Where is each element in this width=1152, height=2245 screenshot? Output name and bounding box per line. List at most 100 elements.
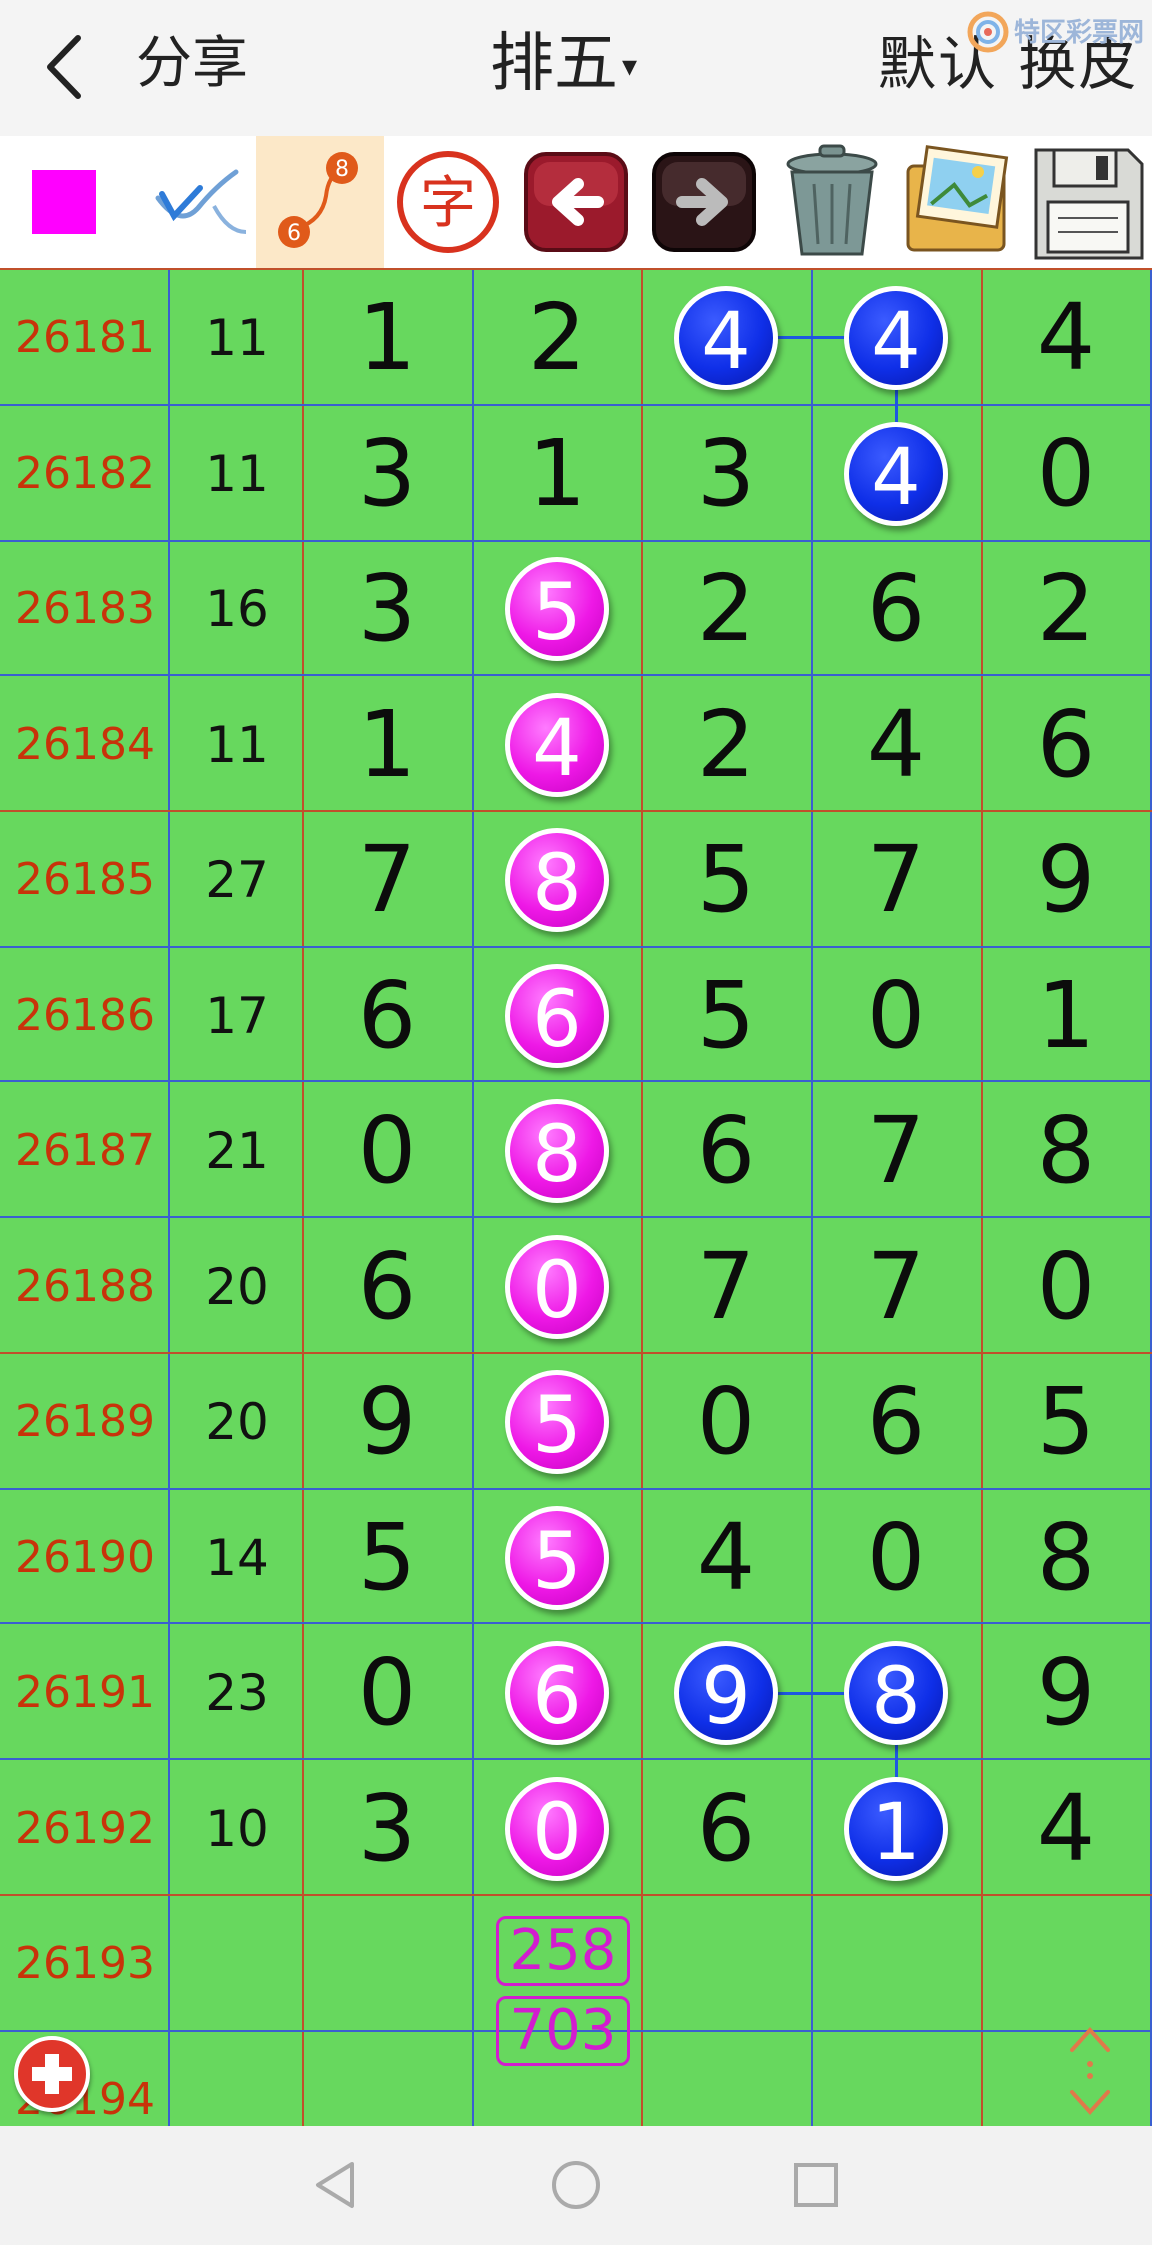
- text-tool-icon: 字: [397, 151, 499, 253]
- digit-cell[interactable]: 5: [641, 826, 811, 934]
- highlighted-digit-ball[interactable]: 6: [505, 963, 609, 1068]
- issue-number: 26192: [15, 1802, 155, 1854]
- connected-digit-ball[interactable]: 4: [674, 286, 778, 390]
- trend-chart-grid[interactable]: 26181 11 1 2 4 4 4 26182 11 3 1 3 4 0 26183 16 3 5 2 6 2 2618…: [0, 270, 1152, 2126]
- grid-divider: [0, 1622, 1152, 1624]
- digit-cell[interactable]: 0: [811, 962, 981, 1070]
- highlighted-digit-ball[interactable]: 4: [505, 692, 609, 797]
- image-button[interactable]: [896, 136, 1024, 268]
- digit-cell[interactable]: 9: [981, 826, 1151, 934]
- page-title: 排五: [490, 27, 618, 101]
- chevron-left-icon[interactable]: [38, 32, 98, 102]
- text-tool-button[interactable]: 字: [384, 136, 512, 268]
- connect-line-button[interactable]: 8 6: [256, 136, 384, 268]
- nav-home-icon[interactable]: [541, 2150, 611, 2220]
- digit-cell[interactable]: 9: [302, 1368, 472, 1476]
- digit-cell[interactable]: 1: [981, 962, 1151, 1070]
- connected-digit-ball[interactable]: 8: [844, 1641, 948, 1745]
- digit-cell[interactable]: 8: [981, 1504, 1151, 1612]
- grid-divider: [0, 810, 1152, 812]
- highlighted-digit-ball[interactable]: 5: [505, 1505, 609, 1610]
- share-button[interactable]: 分享: [136, 28, 248, 100]
- digit-cell[interactable]: 6: [811, 555, 981, 663]
- digit-cell[interactable]: 3: [302, 1775, 472, 1883]
- undo-button[interactable]: [512, 136, 640, 268]
- digit-cell[interactable]: 2: [472, 284, 642, 392]
- digit-cell[interactable]: 6: [302, 962, 472, 1070]
- digit-cell[interactable]: 6: [302, 1233, 472, 1341]
- highlighted-digit-ball[interactable]: 6: [505, 1641, 609, 1745]
- digit-sum: 20: [205, 1257, 269, 1316]
- redo-button[interactable]: [640, 136, 768, 268]
- save-button[interactable]: [1024, 136, 1152, 268]
- highlighted-digit-ball[interactable]: 5: [505, 557, 609, 661]
- digit-cell[interactable]: 3: [302, 420, 472, 528]
- color-swatch-button[interactable]: [0, 136, 128, 268]
- digit-cell[interactable]: 7: [641, 1233, 811, 1341]
- digit-cell[interactable]: 9: [981, 1639, 1151, 1747]
- nav-back-icon[interactable]: [302, 2150, 372, 2220]
- connected-digit-ball[interactable]: 4: [844, 421, 948, 526]
- digit-cell[interactable]: 1: [302, 691, 472, 799]
- grid-divider: [0, 1352, 1152, 1354]
- digit-cell[interactable]: 4: [981, 1775, 1151, 1883]
- highlighted-digit-ball[interactable]: 0: [505, 1234, 609, 1339]
- issue-number: 26187: [15, 1125, 155, 1176]
- digit-cell[interactable]: 5: [641, 962, 811, 1070]
- nav-recents-icon[interactable]: [781, 2150, 851, 2220]
- digit-cell[interactable]: 3: [302, 555, 472, 663]
- watermark-text: 特区彩票网: [1014, 18, 1145, 48]
- watermark-logo: 特区彩票网: [960, 6, 1150, 62]
- digit-cell[interactable]: 7: [811, 1233, 981, 1341]
- grid-divider: [0, 1758, 1152, 1760]
- digit-cell[interactable]: 6: [641, 1097, 811, 1205]
- clear-button[interactable]: [768, 136, 896, 268]
- digit-cell[interactable]: 6: [811, 1368, 981, 1476]
- digit-cell[interactable]: 0: [981, 1233, 1151, 1341]
- issue-number: 26186: [15, 989, 155, 1041]
- digit-cell[interactable]: 2: [641, 691, 811, 799]
- issue-number: 26190: [15, 1531, 155, 1583]
- digit-cell[interactable]: 2: [981, 555, 1151, 663]
- issue-number: 26189: [15, 1396, 155, 1447]
- digit-cell[interactable]: 8: [981, 1097, 1151, 1205]
- digit-cell[interactable]: 4: [811, 691, 981, 799]
- issue-number: 26191: [15, 1667, 155, 1718]
- connected-digit-ball[interactable]: 9: [674, 1641, 778, 1745]
- highlighted-digit-ball[interactable]: 5: [505, 1370, 609, 1474]
- digit-cell[interactable]: 0: [302, 1639, 472, 1747]
- image-icon: [906, 145, 1009, 252]
- connected-digit-ball[interactable]: 4: [844, 286, 948, 390]
- digit-cell[interactable]: 6: [641, 1775, 811, 1883]
- digit-cell[interactable]: 1: [472, 420, 642, 528]
- digit-cell[interactable]: 0: [981, 420, 1151, 528]
- digit-cell[interactable]: 5: [981, 1368, 1151, 1476]
- digit-cell[interactable]: 6: [981, 691, 1151, 799]
- highlighted-digit-ball[interactable]: 0: [505, 1776, 609, 1881]
- scroll-up-down-icon[interactable]: [1064, 2024, 1116, 2118]
- digit-cell[interactable]: 1: [302, 284, 472, 392]
- digit-cell[interactable]: 7: [302, 826, 472, 934]
- digit-cell[interactable]: 4: [981, 284, 1151, 392]
- prediction-box[interactable]: 258: [496, 1916, 630, 1986]
- lottery-title-dropdown[interactable]: 排五 ▾: [490, 24, 637, 107]
- digit-cell[interactable]: 7: [811, 826, 981, 934]
- digit-cell[interactable]: 0: [641, 1368, 811, 1476]
- digit-cell[interactable]: 0: [302, 1097, 472, 1205]
- connect-line-icon: 8 6: [278, 152, 358, 248]
- grid-divider: [0, 404, 1152, 406]
- digit-cell[interactable]: 2: [641, 555, 811, 663]
- plus-circle-icon[interactable]: [14, 2036, 90, 2112]
- digit-cell[interactable]: 4: [641, 1504, 811, 1612]
- highlighted-digit-ball[interactable]: 8: [505, 828, 609, 932]
- digit-sum: 14: [205, 1528, 269, 1587]
- digit-cell[interactable]: 0: [811, 1504, 981, 1612]
- highlighted-digit-ball[interactable]: 8: [505, 1099, 609, 1203]
- pen-tool-button[interactable]: [128, 136, 256, 268]
- issue-number: 26188: [15, 1260, 155, 1312]
- digit-cell[interactable]: 7: [811, 1097, 981, 1205]
- digit-cell[interactable]: 5: [302, 1504, 472, 1612]
- prediction-box[interactable]: 703: [496, 1996, 630, 2066]
- digit-cell[interactable]: 3: [641, 420, 811, 528]
- connected-digit-ball[interactable]: 1: [844, 1776, 948, 1881]
